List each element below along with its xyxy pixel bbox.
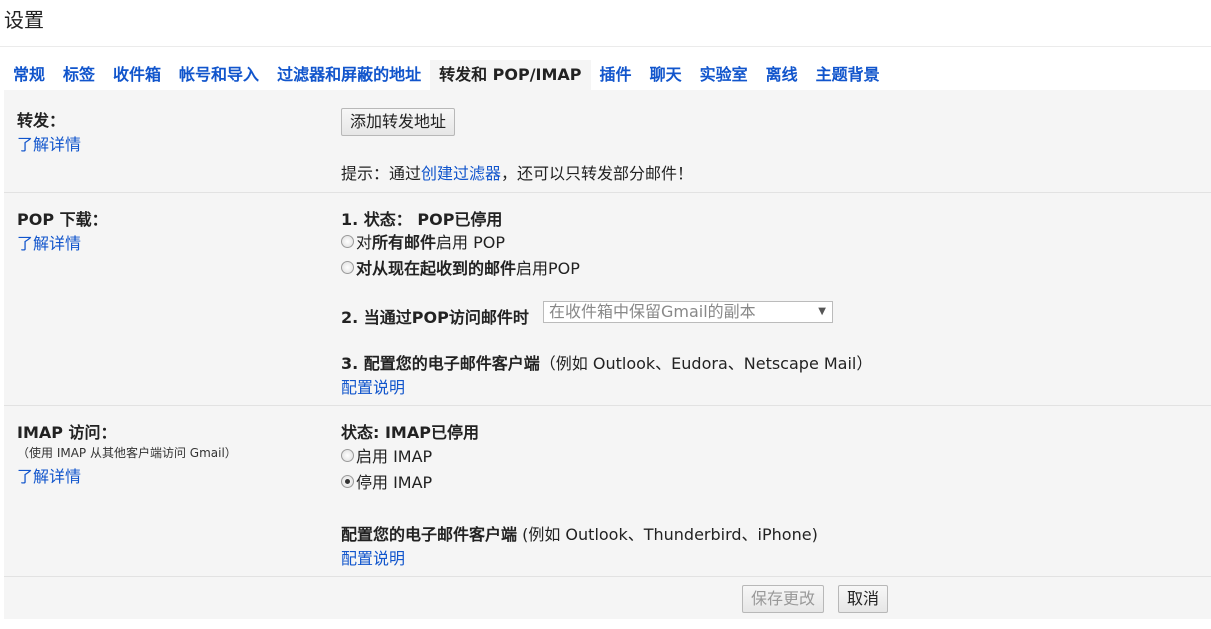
forwarding-section: 转发： 了解详情 添加转发地址 提示：通过创建过滤器，还可以只转发部分邮件！ [4, 90, 1211, 192]
pop-configure-examples: （例如 Outlook、Eudora、Netscape Mail） [539, 354, 873, 373]
forwarding-tip: 提示：通过创建过滤器，还可以只转发部分邮件！ [341, 160, 693, 184]
imap-configure-client: 配置您的电子邮件客户端 (例如 Outlook、Thunderbird、iPho… [341, 521, 818, 545]
tab-chat[interactable]: 聊天 [641, 60, 691, 90]
imap-configure-label: 配置您的电子邮件客户端 [341, 525, 518, 544]
imap-disable-option[interactable]: 停用 IMAP [341, 469, 432, 493]
forwarding-options: 添加转发地址 提示：通过创建过滤器，还可以只转发部分邮件！ [341, 90, 1211, 190]
save-changes-button[interactable]: 保存更改 [742, 585, 825, 613]
settings-panel: 转发： 了解详情 添加转发地址 提示：通过创建过滤器，还可以只转发部分邮件！ P… [4, 90, 1211, 619]
imap-section: IMAP 访问： （使用 IMAP 从其他客户端访问 Gmail） 了解详情 状… [4, 405, 1211, 576]
forwarding-learn-more-link[interactable]: 了解详情 [17, 131, 81, 155]
imap-title: IMAP 访问： [17, 423, 117, 442]
pop-status-value: POP已停用 [417, 210, 503, 229]
pop-title: POP 下载： [17, 210, 108, 229]
pop-enable-new-radio[interactable] [341, 260, 354, 274]
imap-disable-label: 停用 IMAP [356, 473, 433, 492]
title-divider [0, 46, 1211, 47]
pop-status-label: 1. 状态： [341, 210, 412, 229]
imap-note: （使用 IMAP 从其他客户端访问 Gmail） [17, 446, 237, 460]
pop-configure-label: 3. 配置您的电子邮件客户端 [341, 354, 540, 373]
imap-enable-label: 启用 IMAP [356, 447, 433, 466]
tab-filters[interactable]: 过滤器和屏蔽的地址 [268, 60, 430, 90]
pop-enable-all-option[interactable]: 对所有邮件 启用 POP [341, 229, 505, 253]
pop-enable-all-radio[interactable] [341, 234, 354, 248]
cancel-button[interactable]: 取消 [838, 585, 889, 613]
forwarding-tip-suffix: ，还可以只转发部分邮件！ [501, 164, 694, 183]
tab-accounts-import[interactable]: 帐号和导入 [170, 60, 268, 90]
pop-learn-more-link[interactable]: 了解详情 [17, 230, 81, 254]
tab-inbox[interactable]: 收件箱 [104, 60, 170, 90]
tab-addons[interactable]: 插件 [591, 60, 641, 90]
create-filter-link[interactable]: 创建过滤器 [421, 164, 501, 183]
pop-enable-all-bold: 所有邮件 [372, 233, 437, 252]
pop-options: 1. 状态： POP已停用 对所有邮件 启用 POP 对从现在起收到的邮件 启用PO… [341, 193, 1211, 405]
add-forwarding-address-button[interactable]: 添加转发地址 [341, 108, 456, 136]
forwarding-tip-prefix: 提示：通过 [341, 164, 422, 183]
imap-configure-examples: (例如 Outlook、Thunderbird、iPhone) [517, 525, 818, 544]
pop-enable-new-bold: 对从现在起收到的邮件 [356, 259, 517, 278]
pop-when-accessed-select[interactable]: 在收件箱中保留Gmail的副本 ▼ [543, 301, 833, 323]
pop-enable-new-option[interactable]: 对从现在起收到的邮件 启用POP [341, 255, 580, 279]
pop-when-accessed-label: 2. 当通过POP访问邮件时 [341, 308, 529, 327]
tab-labs[interactable]: 实验室 [691, 60, 757, 90]
pop-configure-instructions-link[interactable]: 配置说明 [341, 374, 405, 398]
imap-enable-radio[interactable] [341, 448, 354, 462]
imap-enable-option[interactable]: 启用 IMAP [341, 443, 432, 467]
tab-themes[interactable]: 主题背景 [807, 60, 889, 90]
imap-disable-radio[interactable] [341, 474, 354, 488]
pop-configure-client: 3. 配置您的电子邮件客户端（例如 Outlook、Eudora、Netscap… [341, 350, 872, 374]
pop-when-accessed-value: 在收件箱中保留Gmail的副本 [549, 302, 756, 321]
settings-tabs: 常规 标签 收件箱 帐号和导入 过滤器和屏蔽的地址 转发和 POP/IMAP 插… [4, 60, 1211, 90]
imap-configure-instructions-link[interactable]: 配置说明 [341, 545, 405, 569]
tab-offline[interactable]: 离线 [757, 60, 807, 90]
imap-status: 状态: IMAP已停用 [341, 423, 479, 442]
pop-enable-new-suffix: 启用POP [516, 259, 580, 278]
forwarding-title: 转发： [17, 111, 66, 130]
tab-labels[interactable]: 标签 [54, 60, 104, 90]
imap-learn-more-link[interactable]: 了解详情 [17, 463, 81, 487]
pop-section: POP 下载： 了解详情 1. 状态： POP已停用 对所有邮件 启用 POP 对… [4, 192, 1211, 406]
pop-enable-all-suffix: 启用 POP [436, 233, 506, 252]
page-title: 设置 [4, 8, 44, 32]
tab-forwarding-pop-imap[interactable]: 转发和 POP/IMAP [430, 60, 591, 90]
dropdown-arrow-icon: ▼ [818, 306, 826, 317]
form-actions: 保存更改 取消 [4, 576, 1211, 620]
tab-general[interactable]: 常规 [4, 60, 54, 90]
pop-status: 1. 状态： POP已停用 [341, 206, 502, 230]
imap-options: 状态: IMAP已停用 启用 IMAP 停用 IMAP 配置您的电子邮件客户端 … [341, 406, 1211, 576]
pop-enable-all-prefix: 对 [356, 233, 373, 252]
